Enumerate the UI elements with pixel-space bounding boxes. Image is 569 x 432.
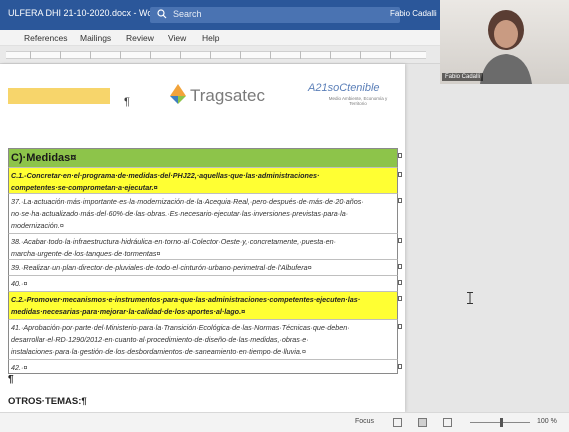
ruler-tick [360, 51, 361, 59]
table-row[interactable]: 42.·¤ [8, 360, 402, 374]
table-heading-row[interactable]: C)·Medidas¤ [8, 148, 402, 168]
table-row[interactable]: 39.·Realizar·un·plan·director·de·pluvial… [8, 260, 402, 276]
government-logo [8, 88, 110, 104]
otros-temas-heading[interactable]: OTROS·TEMAS:¶ [8, 396, 87, 407]
web-layout-icon[interactable] [443, 418, 452, 427]
zoom-slider-thumb[interactable] [500, 418, 503, 427]
a21-logo: A21soCtenible Medio Ambiente, Economía y… [308, 82, 400, 112]
end-of-cell-mark [398, 364, 402, 369]
ribbon-tabs: References Mailings Review View Help [0, 30, 440, 46]
table-section-row[interactable]: C.1.-Concretar·en·el·programa·de·medidas… [8, 168, 402, 194]
search-icon [157, 9, 167, 19]
ruler-tick [60, 51, 61, 59]
paragraph-mark: ¶ [8, 374, 14, 385]
a21-brand: A21soCtenible [308, 82, 380, 94]
focus-mode-button[interactable]: Focus [355, 418, 374, 425]
print-layout-icon[interactable] [418, 418, 427, 427]
end-of-cell-mark [398, 264, 402, 269]
status-bar: Focus 100 % [0, 412, 569, 432]
paragraph-mark: ¶ [124, 96, 130, 108]
ruler-tick [210, 51, 211, 59]
table-row[interactable]: 40.·¤ [8, 276, 402, 292]
row-text: 42.·¤ [11, 363, 28, 372]
table-row[interactable]: 38.·Acabar·todo·la·infraestructura·hidrá… [8, 234, 402, 260]
ruler-tick [30, 51, 31, 59]
document-title: ULFERA DHI 21-10-2020.docx - Word [8, 8, 161, 18]
tab-review[interactable]: Review [126, 33, 154, 43]
end-of-cell-mark [398, 198, 402, 203]
tragsatec-logo: Tragsatec [168, 82, 278, 108]
end-of-cell-mark [398, 238, 402, 243]
zoom-level[interactable]: 100 % [537, 418, 557, 425]
row-text: 38.·Acabar·todo·la·infraestructura·hidrá… [11, 237, 337, 258]
ruler-tick [180, 51, 181, 59]
ruler-tick [120, 51, 121, 59]
ruler-tick [390, 51, 391, 59]
ruler-tick [240, 51, 241, 59]
section-text: C.2.-Promover·mecanismos·e·instrumentos·… [11, 295, 361, 316]
signed-in-user[interactable]: Fabio Cadalli [390, 9, 437, 18]
search-placeholder: Search [173, 9, 202, 19]
horizontal-ruler[interactable] [0, 46, 440, 64]
row-text: 39.·Realizar·un·plan·director·de·pluvial… [11, 263, 312, 272]
row-text: 37.·La·actuación·más·importante·es·la·mo… [11, 197, 364, 230]
row-text: 41.·Aprobación·por·parte·del·Ministerio·… [11, 323, 350, 356]
end-of-cell-mark [398, 280, 402, 285]
ruler-tick [330, 51, 331, 59]
end-of-cell-mark [398, 296, 402, 301]
tragsatec-name: Tragsatec [190, 86, 265, 105]
ruler-tick [90, 51, 91, 59]
ruler-tick [300, 51, 301, 59]
ruler-strip [6, 51, 426, 59]
participant-video-icon [480, 10, 532, 84]
a21-subtitle: Medio Ambiente, Economía y Territorio [328, 96, 388, 106]
end-of-cell-mark [398, 153, 402, 158]
tab-view[interactable]: View [168, 33, 186, 43]
end-of-cell-mark [398, 172, 402, 177]
table-row[interactable]: 41.·Aprobación·por·parte·del·Ministerio·… [8, 320, 402, 360]
row-text: 40.·¤ [11, 279, 28, 288]
tab-references[interactable]: References [24, 33, 67, 43]
video-call-tile[interactable]: Fabio Cadalli [440, 0, 569, 84]
participant-name: Fabio Cadalli [442, 73, 484, 81]
text-cursor-icon [467, 292, 473, 304]
ruler-tick [270, 51, 271, 59]
tab-help[interactable]: Help [202, 33, 219, 43]
table-section-row[interactable]: C.2.-Promover·mecanismos·e·instrumentos·… [8, 292, 402, 320]
table-row[interactable]: 37.·La·actuación·más·importante·es·la·mo… [8, 194, 402, 234]
heading-text: C)·Medidas¤ [11, 152, 77, 164]
tab-mailings[interactable]: Mailings [80, 33, 111, 43]
ruler-tick [150, 51, 151, 59]
tragsatec-emblem-icon [170, 84, 186, 104]
read-mode-icon[interactable] [393, 418, 402, 427]
end-of-cell-mark [398, 324, 402, 329]
search-box[interactable]: Search [150, 7, 400, 23]
section-text: C.1.-Concretar·en·el·programa·de·medidas… [11, 171, 320, 192]
